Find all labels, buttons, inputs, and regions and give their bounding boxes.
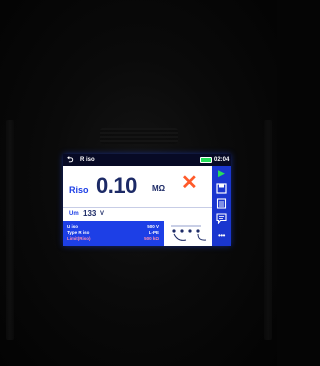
device-edge-right bbox=[264, 120, 272, 340]
parameter-list: U iso 500 V Type R iso L-PE Limit(Riso) … bbox=[63, 221, 163, 246]
connection-diagram-icon bbox=[171, 225, 207, 241]
battery-icon bbox=[200, 157, 212, 163]
save-icon[interactable] bbox=[216, 183, 227, 194]
device-screen: ⮌ R iso 02:04 Riso 0.10 MΩ ✕ Um 133 V U … bbox=[63, 154, 231, 246]
voltage-value: 133 bbox=[83, 209, 97, 218]
more-icon[interactable]: ••• bbox=[216, 230, 227, 241]
param-value: 500 V bbox=[147, 224, 159, 229]
connection-diagram bbox=[164, 221, 212, 246]
result-panel: Riso 0.10 MΩ ✕ bbox=[63, 166, 212, 207]
comment-icon[interactable] bbox=[216, 213, 227, 225]
play-icon[interactable]: ▶ bbox=[216, 168, 227, 179]
param-value: L-PE bbox=[148, 230, 159, 235]
voltage-panel: Um 133 V bbox=[63, 207, 212, 221]
clock: 02:04 bbox=[214, 157, 230, 163]
param-key: Type R iso bbox=[67, 230, 90, 235]
result-value: 0.10 bbox=[96, 173, 137, 198]
param-row-limit: Limit(Riso) 500 kΩ bbox=[67, 236, 159, 242]
list-icon[interactable] bbox=[216, 198, 227, 209]
action-sidebar: ▶ ••• bbox=[212, 166, 231, 246]
voltage-unit: V bbox=[100, 211, 105, 217]
cross-icon: ✕ bbox=[181, 172, 198, 194]
back-arrow-icon[interactable]: ⮌ bbox=[67, 155, 77, 165]
param-key: Limit(Riso) bbox=[67, 236, 91, 241]
result-label: Riso bbox=[69, 185, 89, 195]
param-key: U iso bbox=[67, 224, 79, 229]
device-edge-left bbox=[6, 120, 14, 340]
screen-title: R iso bbox=[80, 157, 95, 163]
status-bar: ⮌ R iso 02:04 bbox=[63, 154, 231, 166]
result-unit: MΩ bbox=[152, 184, 166, 193]
device-vent bbox=[100, 128, 178, 144]
param-value: 500 kΩ bbox=[144, 236, 159, 241]
voltage-label: Um bbox=[69, 211, 79, 217]
